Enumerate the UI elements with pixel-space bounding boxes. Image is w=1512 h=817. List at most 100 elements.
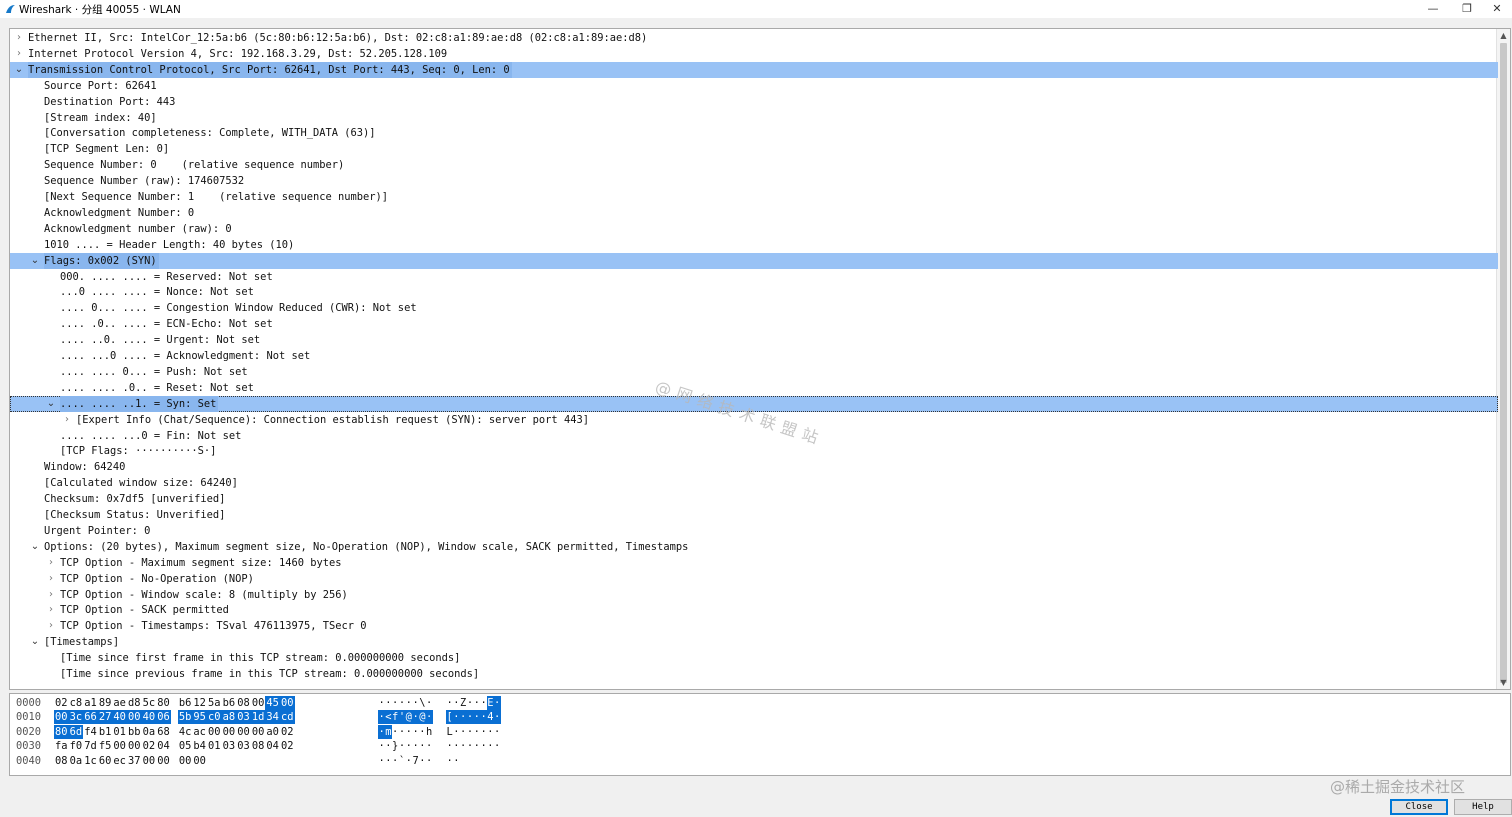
- ascii-char[interactable]: ·: [494, 739, 501, 753]
- tree-row[interactable]: [Time since first frame in this TCP stre…: [10, 650, 1498, 666]
- hex-byte[interactable]: ae: [112, 696, 127, 710]
- hex-byte[interactable]: 05: [178, 739, 193, 753]
- hex-byte[interactable]: a8: [221, 710, 237, 725]
- hex-byte[interactable]: 5c: [142, 696, 157, 710]
- chevron-down-icon[interactable]: ⌄: [14, 62, 24, 78]
- packet-bytes-pane[interactable]: 0000 02 c8 a1 89 ae d8 5c 80 b6 12 5a b6 08 00 45 00 · · · ·…: [9, 693, 1511, 776]
- tree-row[interactable]: [Next Sequence Number: 1 (relative seque…: [10, 189, 1498, 205]
- tree-row[interactable]: [Stream index: 40]: [10, 110, 1498, 126]
- close-window-button[interactable]: ✕: [1480, 0, 1512, 18]
- minimize-button[interactable]: —: [1416, 0, 1450, 18]
- hex-byte[interactable]: 00: [112, 739, 127, 753]
- tree-row[interactable]: › TCP Option - No-Operation (NOP): [10, 571, 1498, 587]
- hex-byte[interactable]: 00: [156, 754, 171, 768]
- hex-byte[interactable]: 1c: [83, 754, 98, 768]
- tree-row[interactable]: .... 0... .... = Congestion Window Reduc…: [10, 300, 1498, 316]
- hex-byte[interactable]: 00: [142, 754, 157, 768]
- hex-byte[interactable]: a0: [265, 725, 280, 739]
- hex-byte[interactable]: 03: [236, 739, 251, 753]
- tree-row[interactable]: › TCP Option - Maximum segment size: 1460…: [10, 555, 1498, 571]
- tree-row[interactable]: ...0 .... .... = Nonce: Not set: [10, 284, 1498, 300]
- hex-byte[interactable]: a1: [83, 696, 98, 710]
- hex-byte[interactable]: 12: [192, 696, 207, 710]
- tree-row[interactable]: Sequence Number: 0 (relative sequence nu…: [10, 157, 1498, 173]
- hex-byte[interactable]: ac: [192, 725, 207, 739]
- tree-row[interactable]: [TCP Flags: ··········S·]: [10, 443, 1498, 459]
- hex-byte[interactable]: b4: [192, 739, 207, 753]
- scroll-down-arrow-icon[interactable]: ▼: [1497, 676, 1510, 689]
- hex-byte[interactable]: 40: [141, 710, 157, 725]
- tree-row[interactable]: › TCP Option - Timestamps: TSval 47611397…: [10, 618, 1498, 634]
- tree-row[interactable]: › TCP Option - Window scale: 8 (multiply …: [10, 587, 1498, 603]
- chevron-right-icon[interactable]: ›: [46, 602, 56, 618]
- hex-byte[interactable]: 02: [142, 739, 157, 753]
- tree-row[interactable]: Source Port: 62641: [10, 78, 1498, 94]
- tree-row[interactable]: .... .0.. .... = ECN-Echo: Not set: [10, 316, 1498, 332]
- hex-byte[interactable]: 00: [127, 739, 142, 753]
- hex-byte[interactable]: ec: [112, 754, 127, 768]
- hex-byte[interactable]: f5: [98, 739, 113, 753]
- hex-byte[interactable]: f4: [83, 725, 98, 739]
- hex-byte[interactable]: 68: [156, 725, 171, 739]
- tree-row[interactable]: › Internet Protocol Version 4, Src: 192.1…: [10, 46, 1498, 62]
- hex-byte[interactable]: 27: [97, 710, 113, 725]
- hex-byte[interactable]: 7d: [83, 739, 98, 753]
- hex-byte[interactable]: 5b: [177, 710, 193, 725]
- tree-row[interactable]: [Conversation completeness: Complete, WI…: [10, 125, 1498, 141]
- hex-byte[interactable]: 08: [54, 754, 69, 768]
- tree-row[interactable]: › Ethernet II, Src: IntelCor_12:5a:b6 (5c…: [10, 30, 1498, 46]
- hex-byte[interactable]: 00: [251, 725, 266, 739]
- hex-byte[interactable]: 00: [192, 754, 207, 768]
- hex-byte[interactable]: 40: [112, 710, 127, 725]
- scroll-thumb[interactable]: [1500, 43, 1507, 683]
- tree-row[interactable]: [Time since previous frame in this TCP s…: [10, 666, 1498, 682]
- chevron-right-icon[interactable]: ›: [14, 30, 24, 46]
- hex-byte[interactable]: cd: [280, 710, 295, 725]
- restore-button[interactable]: ❐: [1450, 0, 1484, 18]
- hex-byte[interactable]: 03: [222, 739, 237, 753]
- tree-row[interactable]: ⌄ Flags: 0x002 (SYN): [10, 252, 1498, 269]
- hex-byte[interactable]: b6: [178, 696, 193, 710]
- hex-byte[interactable]: 95: [192, 710, 207, 725]
- tree-row[interactable]: [Checksum Status: Unverified]: [10, 507, 1498, 523]
- hex-byte[interactable]: 6d: [68, 724, 84, 739]
- hex-byte[interactable]: 04: [156, 739, 171, 753]
- ascii-char[interactable]: ·: [493, 696, 501, 710]
- tree-row[interactable]: 1010 .... = Header Length: 40 bytes (10): [10, 237, 1498, 253]
- chevron-right-icon[interactable]: ›: [46, 587, 56, 603]
- hex-byte[interactable]: 00: [178, 754, 193, 768]
- hex-byte[interactable]: 0a: [69, 754, 84, 768]
- packet-details-tree[interactable]: ▲ ▼ › Ethernet II, Src: IntelCor_12:5a:b6…: [9, 28, 1511, 690]
- tree-row[interactable]: Window: 64240: [10, 459, 1498, 475]
- tree-row[interactable]: ⌄ [Timestamps]: [10, 634, 1498, 650]
- chevron-down-icon[interactable]: ⌄: [46, 396, 56, 412]
- tree-row[interactable]: .... .... ...0 = Fin: Not set: [10, 428, 1498, 444]
- hex-byte[interactable]: 02: [54, 696, 69, 710]
- tree-row[interactable]: › TCP Option - SACK permitted: [10, 602, 1498, 618]
- tree-vertical-scrollbar[interactable]: ▲ ▼: [1496, 29, 1510, 689]
- hex-byte[interactable]: 4c: [178, 725, 193, 739]
- hex-byte[interactable]: 37: [127, 754, 142, 768]
- chevron-right-icon[interactable]: ›: [46, 555, 56, 571]
- tree-row[interactable]: Sequence Number (raw): 174607532: [10, 173, 1498, 189]
- ascii-char[interactable]: ·: [493, 710, 501, 725]
- hex-byte[interactable]: 00: [251, 696, 266, 710]
- hex-byte[interactable]: 06: [156, 710, 171, 725]
- hex-byte[interactable]: 00: [236, 725, 251, 739]
- ascii-char[interactable]: ·: [453, 754, 460, 768]
- hex-byte[interactable]: 00: [222, 725, 237, 739]
- hex-byte[interactable]: c8: [69, 696, 84, 710]
- hex-byte[interactable]: 08: [251, 739, 266, 753]
- tree-row[interactable]: Destination Port: 443: [10, 94, 1498, 110]
- tree-row[interactable]: .... ...0 .... = Acknowledgment: Not set: [10, 348, 1498, 364]
- hex-byte[interactable]: 01: [112, 725, 127, 739]
- hex-byte[interactable]: 89: [98, 696, 113, 710]
- hex-byte[interactable]: 00: [207, 725, 222, 739]
- hex-byte[interactable]: 02: [280, 725, 295, 739]
- scroll-up-arrow-icon[interactable]: ▲: [1497, 29, 1510, 42]
- chevron-down-icon[interactable]: ⌄: [30, 253, 40, 269]
- hex-byte[interactable]: 03: [236, 710, 251, 725]
- hex-byte[interactable]: f0: [69, 739, 84, 753]
- hex-byte[interactable]: 08: [236, 696, 251, 710]
- close-button[interactable]: Close: [1390, 799, 1448, 815]
